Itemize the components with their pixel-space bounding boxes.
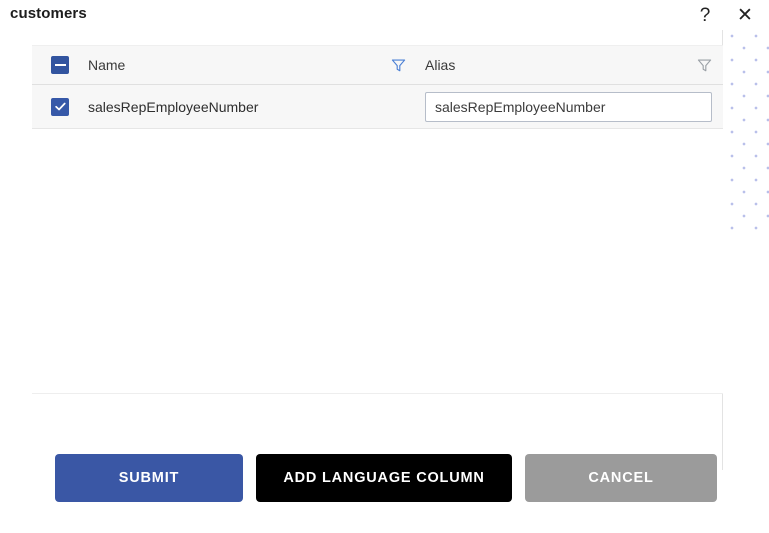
row-name-label: salesRepEmployeeNumber	[88, 98, 259, 115]
help-button[interactable]: ?	[692, 2, 718, 28]
select-all-cell	[32, 56, 88, 74]
alias-input[interactable]	[425, 91, 712, 122]
column-header-name-label: Name	[88, 57, 126, 73]
row-select-cell	[32, 97, 88, 116]
grid-empty-area	[32, 129, 723, 394]
close-button[interactable]: ✕	[732, 2, 758, 28]
question-mark-icon: ?	[699, 4, 711, 26]
column-header-name: Name	[88, 57, 414, 73]
column-header-alias-label: Alias	[425, 57, 456, 73]
filter-funnel-icon[interactable]	[697, 58, 712, 73]
dialog-titlebar: customers ? ✕	[0, 0, 769, 30]
column-header-alias: Alias	[414, 57, 723, 73]
select-all-checkbox[interactable]	[51, 56, 69, 74]
panel-right-fade-mask	[724, 230, 769, 533]
columns-grid: Name Alias salesRepEmployeeNumber salesR…	[32, 45, 723, 394]
add-language-column-button[interactable]: ADD LANGUAGE COLUMN	[256, 454, 512, 502]
cancel-button[interactable]: CANCEL	[525, 454, 717, 502]
page-title: customers	[10, 5, 87, 22]
row-checkbox[interactable]	[51, 97, 69, 116]
filter-funnel-icon[interactable]	[391, 58, 406, 73]
table-row: salesRepEmployeeNumber	[32, 85, 723, 129]
submit-button[interactable]: SUBMIT	[55, 454, 243, 502]
dialog-actions: SUBMIT ADD LANGUAGE COLUMN CANCEL	[55, 454, 717, 502]
row-alias-cell	[414, 91, 723, 122]
grid-body: salesRepEmployeeNumber	[32, 85, 723, 394]
row-name-cell: salesRepEmployeeNumber	[88, 99, 414, 115]
panel-left-mask	[0, 0, 32, 356]
grid-header-row: Name Alias	[32, 45, 723, 85]
close-x-icon: ✕	[737, 4, 753, 26]
